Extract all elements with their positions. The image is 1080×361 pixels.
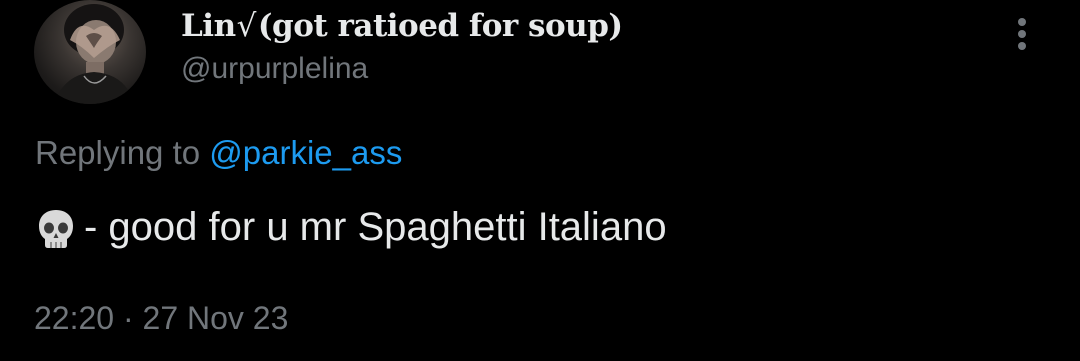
tweet-body-text: - good for u mr Spaghetti Italiano: [84, 205, 667, 249]
time-separator: ·: [122, 300, 134, 336]
more-vertical-icon: [1018, 18, 1026, 26]
replying-to-label: Replying to: [35, 134, 201, 171]
tweet-text: - good for u mr Spaghetti Italiano: [36, 205, 667, 250]
display-name[interactable]: Lin √ (got ratioed for soup): [181, 8, 623, 44]
timestamp[interactable]: 22:20 · 27 Nov 23: [34, 300, 288, 337]
replying-to-line: Replying to @parkie_ass: [35, 134, 402, 172]
user-handle[interactable]: @urpurplelina: [181, 52, 623, 86]
tweet-header: Lin √ (got ratioed for soup) @urpurplelina: [181, 8, 623, 86]
skull-emoji-icon: [36, 208, 76, 252]
more-dot: [1018, 30, 1026, 38]
tweet-time: 22:20: [34, 300, 115, 336]
tweet-card: Lin √ (got ratioed for soup) @urpurplelina…: [0, 0, 1080, 361]
more-dot: [1018, 42, 1026, 50]
check-glyph: √: [236, 8, 257, 44]
display-name-suffix: (got ratioed for soup): [257, 8, 623, 44]
reply-mention-link[interactable]: @parkie_ass: [209, 134, 402, 171]
profile-photo-icon: [54, 4, 134, 104]
avatar[interactable]: [34, 0, 146, 104]
display-name-main[interactable]: Lin: [181, 8, 236, 44]
more-options-button[interactable]: [1006, 14, 1040, 54]
tweet-date: 27 Nov 23: [142, 300, 289, 336]
